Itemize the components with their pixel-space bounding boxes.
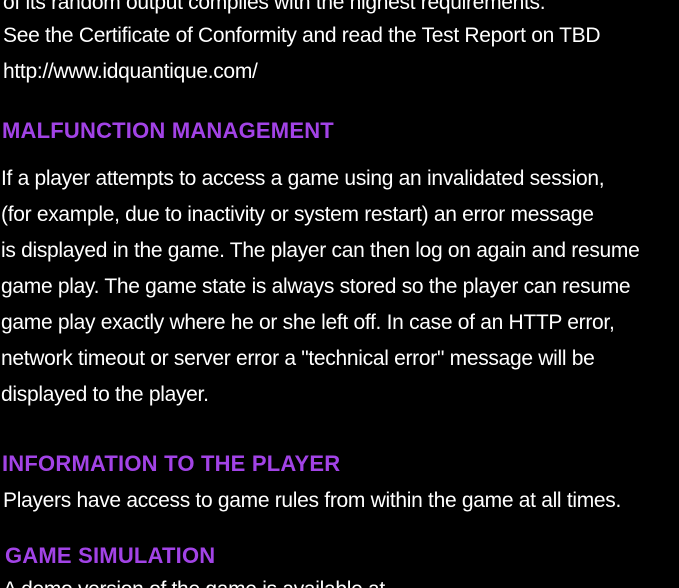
malfunction-heading: MALFUNCTION MANAGEMENT xyxy=(2,118,334,143)
certificate-line: See the Certificate of Conformity and re… xyxy=(3,24,601,47)
malfunction-line: game play. The game state is always stor… xyxy=(1,275,631,298)
simulation-partial-line: A demo version of the game is available … xyxy=(3,577,385,588)
information-heading: INFORMATION TO THE PLAYER xyxy=(2,451,341,476)
malfunction-line: If a player attempts to access a game us… xyxy=(1,167,605,190)
malfunction-line: game play exactly where he or she left o… xyxy=(1,311,615,334)
simulation-heading: GAME SIMULATION xyxy=(5,543,216,568)
idquantique-link[interactable]: http://www.idquantique.com/ xyxy=(3,59,258,85)
malfunction-line: displayed to the player. xyxy=(1,383,209,406)
malfunction-line: (for example, due to inactivity or syste… xyxy=(1,203,594,226)
intro-partial-line: of its random output complies with the h… xyxy=(3,0,546,14)
game-info-page: of its random output complies with the h… xyxy=(0,0,679,588)
malfunction-line: is displayed in the game. The player can… xyxy=(1,239,640,262)
malfunction-line: network timeout or server error a "techn… xyxy=(1,347,595,370)
information-line: Players have access to game rules from w… xyxy=(3,489,622,512)
